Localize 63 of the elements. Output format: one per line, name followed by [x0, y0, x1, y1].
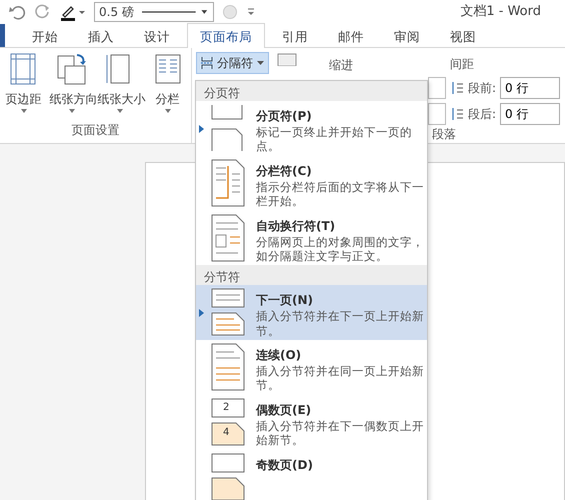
line-weight-dropdown[interactable]: 0.5 磅	[94, 2, 214, 22]
menu-item-title: 分栏符(C)	[256, 162, 313, 180]
ribbon-tab[interactable]: 审阅	[381, 24, 433, 47]
ribbon-button[interactable]: 纸张方向	[50, 86, 94, 108]
spacing-field[interactable]: 0 行	[500, 103, 560, 125]
ribbon-tab[interactable]: 邮件	[325, 24, 377, 47]
menu-item-title: 自动换行符(T)	[256, 218, 336, 234]
breaks-icon	[201, 56, 213, 70]
space-after-icon	[450, 107, 464, 121]
ribbon-tab[interactable]: 页面布局	[187, 23, 265, 48]
icon-number: 4	[223, 428, 230, 438]
customize-icon[interactable]	[246, 7, 256, 17]
line-style-icon	[142, 7, 209, 17]
menu-item-title: 分页符(P)	[256, 108, 313, 125]
ribbon-button[interactable]: 分栏	[146, 86, 190, 108]
menu-item-title: 下一页(N)	[256, 292, 314, 310]
ribbon-tab[interactable]: 插入	[75, 24, 127, 47]
line-numbers-icon[interactable]	[277, 52, 297, 66]
ribbon-tab[interactable]: 视图	[437, 24, 489, 47]
field-label: 段后:	[468, 106, 496, 123]
ribbon-button[interactable]: 页边距	[2, 86, 46, 108]
menu-item[interactable]: 2 4 偶数页(E) 插入分节符并在下一偶数页上开始新节。	[196, 394, 427, 450]
caret-icon	[116, 108, 124, 114]
menu-item[interactable]: 连续(O) 插入分节符并在同一页上开始新节。	[196, 340, 427, 395]
menu-section-header: 分节符	[196, 265, 427, 286]
spinner[interactable]	[428, 103, 446, 125]
menu-item-title: 奇数页(D)	[256, 456, 313, 474]
menu-section-header: 分页符	[196, 81, 427, 101]
group-label: 页面设置	[72, 122, 120, 139]
menu-item[interactable]: 分页符(P) 标记一页终止并开始下一页的点。	[196, 101, 427, 156]
group-label: 段落	[432, 126, 457, 143]
menu-item-description: 插入分节符并在同一页上开始新节。	[256, 364, 425, 393]
circle-icon[interactable]	[222, 4, 238, 20]
undo-icon[interactable]	[8, 3, 26, 21]
ribbon-tab[interactable]: 开始	[19, 24, 71, 47]
menu-item[interactable]: 自动换行符(T) 分隔网页上的对象周围的文字，如分隔题注文字与正文。	[196, 210, 427, 266]
menu-item[interactable]: 下一页(N) 插入分节符并在下一页上开始新节。	[196, 285, 427, 340]
breaks-dropdown[interactable]: 分隔符	[196, 52, 269, 74]
orientation-icon	[54, 52, 88, 86]
spacing-label: 间距	[450, 56, 475, 73]
ribbon-tab[interactable]: 引用	[269, 24, 321, 47]
caret-icon	[20, 108, 28, 114]
menu-item-title: 偶数页(E)	[256, 402, 312, 419]
ribbon-tab[interactable]: 设计	[131, 24, 183, 47]
menu-item-description: 分隔网页上的对象周围的文字，如分隔题注文字与正文。	[256, 234, 425, 264]
redo-icon[interactable]	[34, 3, 52, 21]
menu-item-description: 插入分节符并在下一页上开始新节。	[256, 309, 425, 338]
indent-label: 缩进	[329, 57, 353, 74]
menu-item-description: 插入分节符并在下一偶数页上开始新节。	[256, 418, 425, 448]
caret-icon	[68, 108, 76, 114]
spinner[interactable]	[428, 77, 446, 99]
caret-icon	[164, 108, 172, 114]
space-before-icon	[450, 81, 464, 95]
spacing-field[interactable]: 0 行	[500, 77, 560, 99]
menu-item-description: 标记一页终止并开始下一页的点。	[256, 125, 413, 154]
icon-number: 2	[223, 402, 230, 413]
field-label: 段前:	[468, 80, 496, 97]
menu-item[interactable]: 分栏符(C) 指示分栏符后面的文字将从下一栏开始。	[196, 156, 427, 210]
menu-item-description: 指示分栏符后面的文字将从下一栏开始。	[256, 180, 425, 208]
menu-item[interactable]: 奇数页(D)	[196, 450, 427, 500]
window-title: 文档1 - Word	[460, 3, 541, 22]
menu-item-title: 连续(O)	[256, 347, 302, 364]
caret-icon	[257, 60, 264, 66]
